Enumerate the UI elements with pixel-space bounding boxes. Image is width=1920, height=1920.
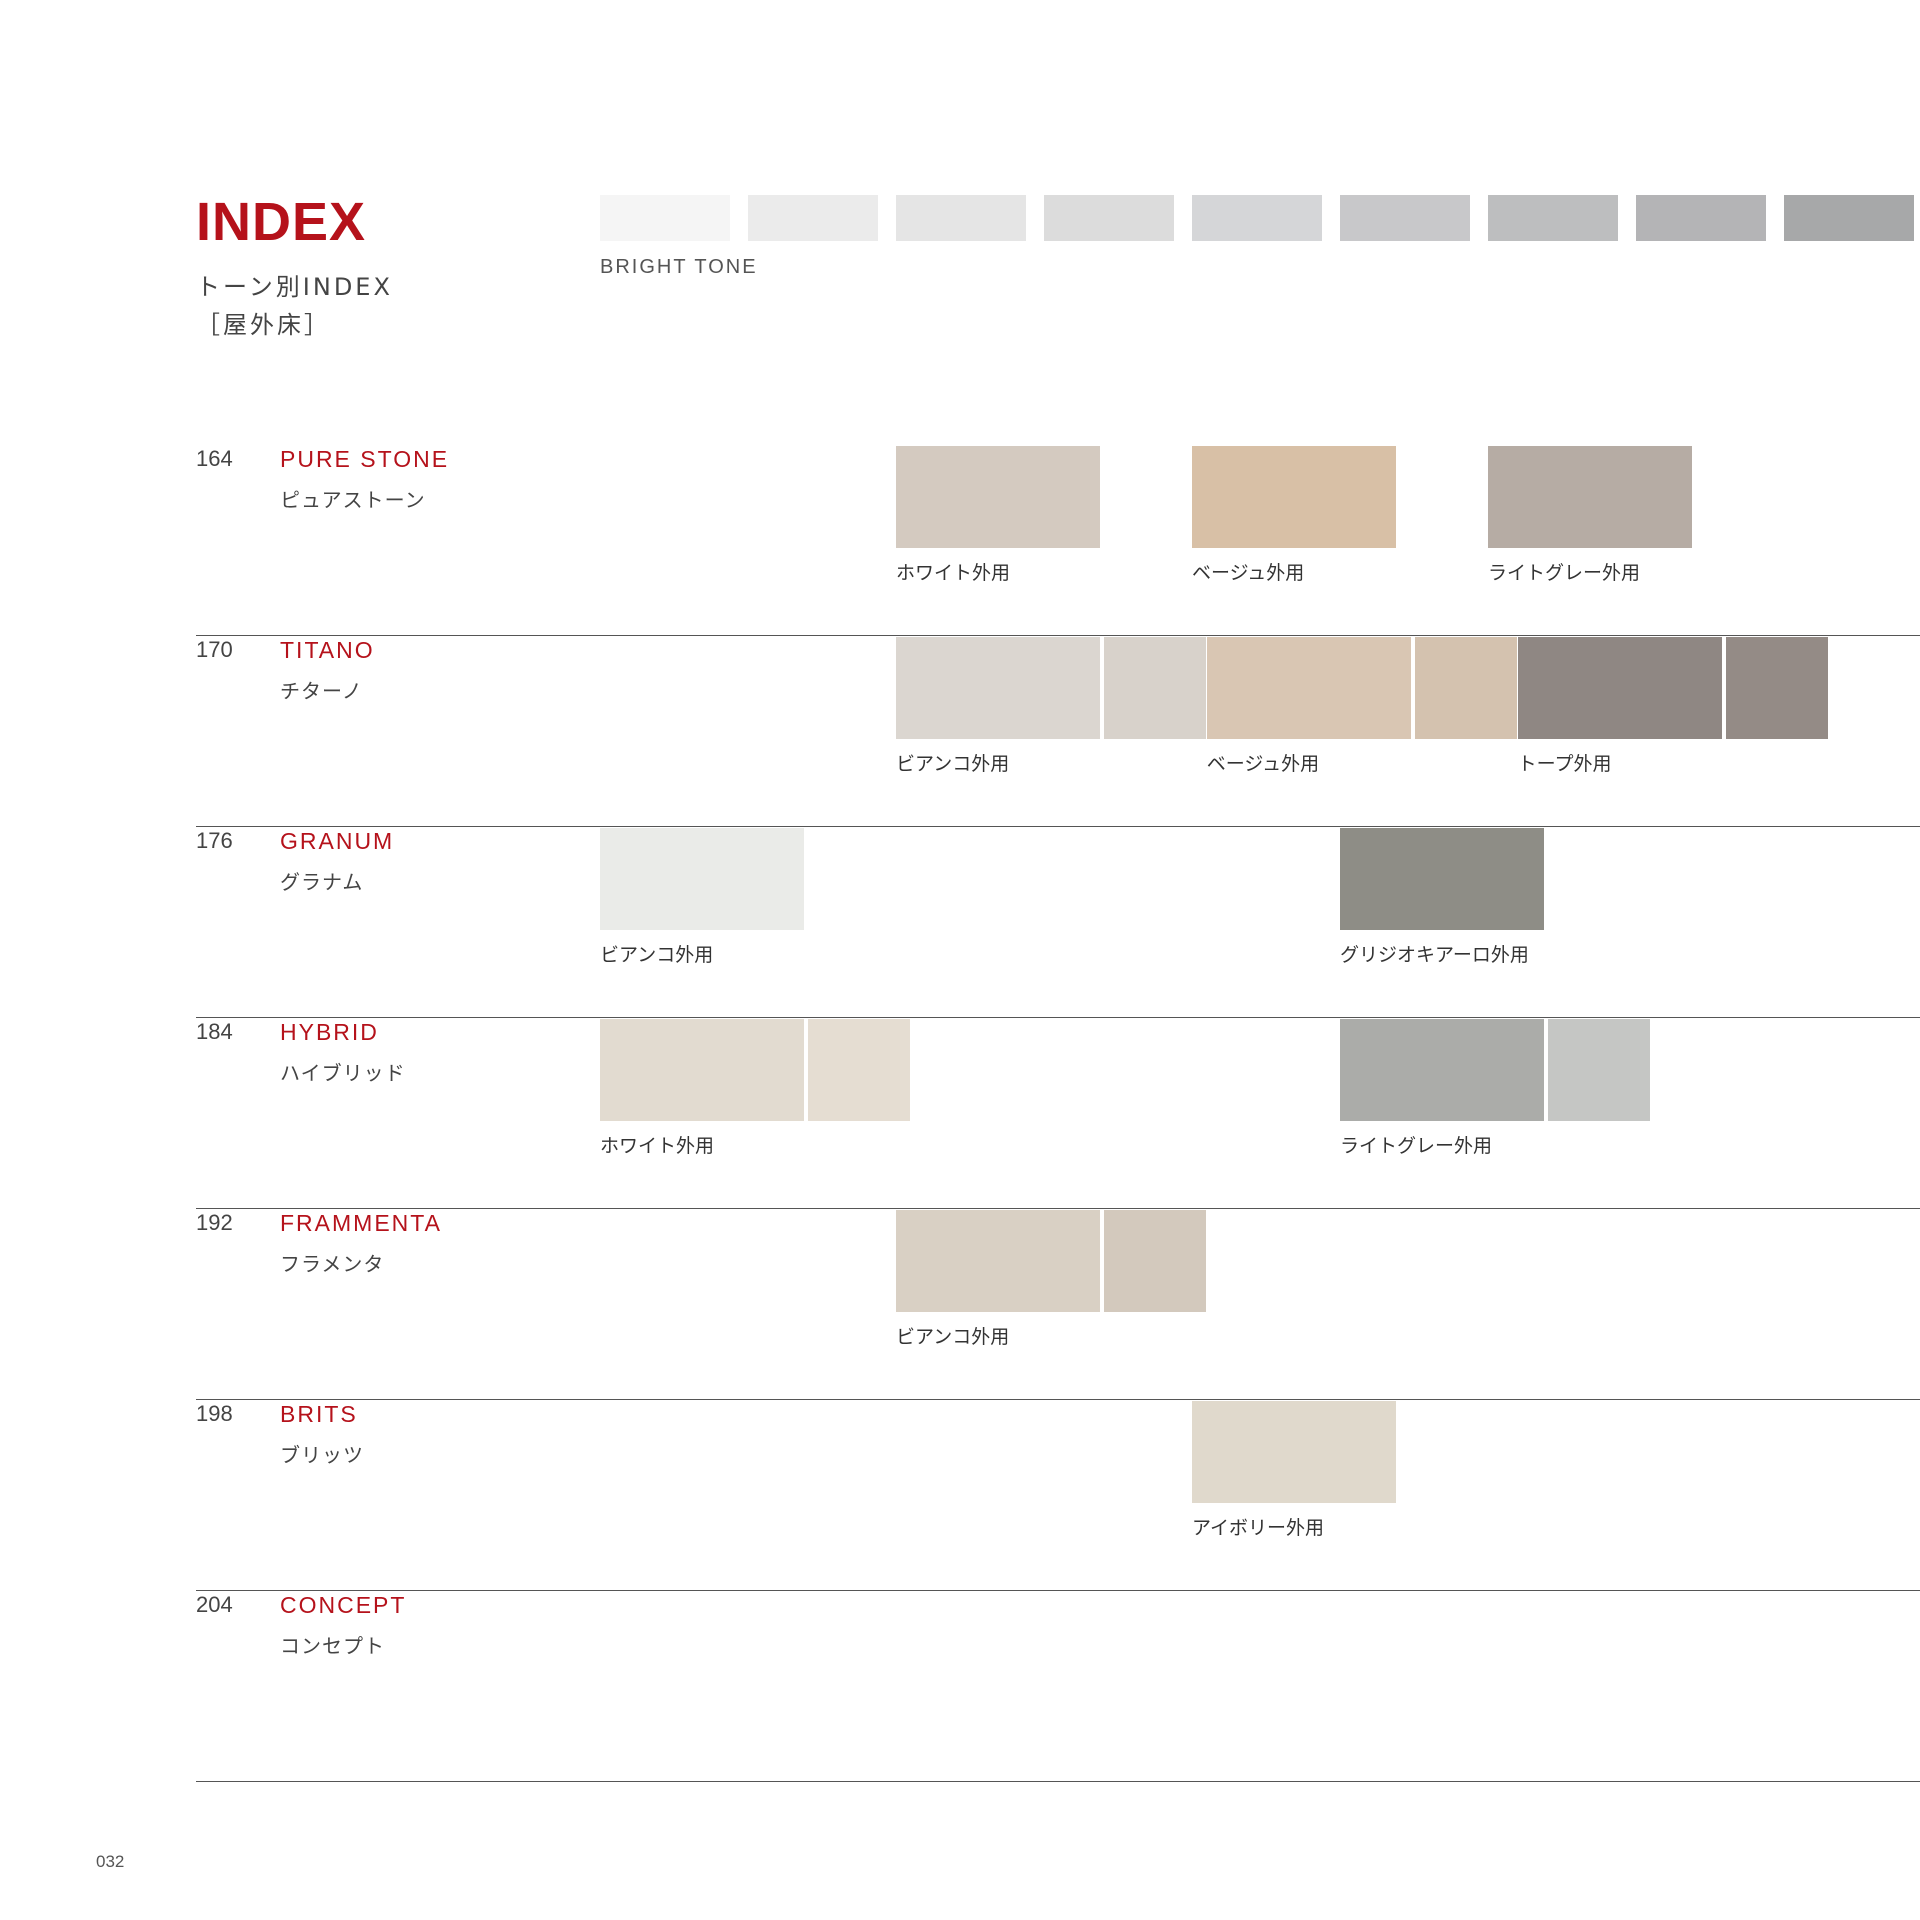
series-name[interactable]: BRITS [280,1401,358,1428]
index-row: 170 TITANO チターノビアンコ外用 ベージュ外用 トープ外用 [196,637,1920,827]
series-name-kana: ピュアストーン [280,488,426,512]
tile-swatch-small [1548,1019,1650,1121]
page-subtitle: トーン別INDEX ［屋外床］ [196,268,393,344]
color-variant-label: トープ外用 [1517,753,1612,775]
tile-swatch-small [808,1019,910,1121]
tile-swatch-large [1340,1019,1544,1121]
tone-swatch [1636,195,1766,241]
row-divider [196,1017,1920,1018]
subtitle-line-1: トーン別INDEX [196,273,393,301]
row-divider [196,1590,1920,1591]
series-name[interactable]: TITANO [280,637,375,664]
color-variant-label: ベージュ外用 [1206,753,1320,775]
tile-swatch-small [1104,1210,1206,1312]
index-row: 204 CONCEPT コンセプト [196,1592,1920,1782]
row-divider [196,635,1920,636]
color-variant-label: アイボリー外用 [1192,1517,1325,1539]
row-divider [196,1208,1920,1209]
series-name[interactable]: HYBRID [280,1019,379,1046]
tile-swatch-large [600,828,804,930]
color-variant-label: ライトグレー外用 [1340,1135,1493,1157]
index-row: 176 GRANUM グラナムビアンコ外用 グリジオキアーロ外用 [196,828,1920,1018]
row-page-number: 184 [196,1019,233,1044]
tile-swatch-large [1192,446,1396,548]
tone-scale-label: BRIGHT TONE [600,256,758,278]
tile-swatch-large [896,637,1100,739]
color-variant-label: ビアンコ外用 [896,753,1010,775]
tone-swatch [1340,195,1470,241]
index-row: 184 HYBRID ハイブリッドホワイト外用 ライトグレー外用 [196,1019,1920,1209]
row-page-number: 176 [196,828,233,853]
series-name-kana: ハイブリッド [280,1061,406,1085]
series-name-kana: ブリッツ [280,1443,364,1467]
tone-swatch [748,195,878,241]
row-page-number: 192 [196,1210,233,1235]
tile-swatch-large [1340,828,1544,930]
tone-scale [600,195,1920,245]
tone-swatch [1044,195,1174,241]
index-row: 198 BRITS ブリッツアイボリー外用 [196,1401,1920,1591]
color-variant-label: ベージュ外用 [1192,562,1305,584]
page-title: INDEX [196,192,367,252]
tone-swatch [1488,195,1618,241]
series-name[interactable]: GRANUM [280,828,394,855]
row-page-number: 164 [196,446,233,471]
subtitle-line-2: ［屋外床］ [196,311,331,339]
index-row: 192 FRAMMENTA フラメンタビアンコ外用 [196,1210,1920,1400]
index-row: 164 PURE STONE ピュアストーンホワイト外用 ベージュ外用 ライトグレー外用 [196,446,1920,636]
tone-swatch [896,195,1026,241]
color-variant-label: ライトグレー外用 [1488,562,1641,584]
tone-swatch [1784,195,1914,241]
tile-swatch-large [600,1019,804,1121]
row-divider [196,1781,1920,1782]
tile-swatch-small [1725,637,1828,739]
series-name[interactable]: PURE STONE [280,446,449,473]
row-divider [196,1399,1920,1400]
series-name[interactable]: CONCEPT [280,1592,406,1619]
tone-swatch [1192,195,1322,241]
page-number: 032 [96,1852,125,1871]
tone-swatch [600,195,730,241]
series-name-kana: フラメンタ [280,1252,385,1276]
tile-swatch-large [1206,637,1411,739]
color-variant-label: ホワイト外用 [600,1135,715,1157]
tile-swatch-small [1414,637,1517,739]
row-divider [196,826,1920,827]
series-name[interactable]: FRAMMENTA [280,1210,442,1237]
row-page-number: 204 [196,1592,233,1617]
color-variant-label: ビアンコ外用 [896,1326,1010,1348]
tile-swatch-large [1488,446,1692,548]
tile-swatch-large [1517,637,1722,739]
tile-swatch-small [1104,637,1206,739]
tile-swatch-large [896,1210,1100,1312]
color-variant-label: ホワイト外用 [896,562,1011,584]
tile-swatch-large [1192,1401,1396,1503]
row-page-number: 170 [196,637,233,662]
color-variant-label: グリジオキアーロ外用 [1340,944,1529,966]
series-name-kana: コンセプト [280,1634,385,1658]
series-name-kana: チターノ [280,679,363,703]
color-variant-label: ビアンコ外用 [600,944,714,966]
tile-swatch-large [896,446,1100,548]
row-page-number: 198 [196,1401,233,1426]
series-name-kana: グラナム [280,870,364,894]
